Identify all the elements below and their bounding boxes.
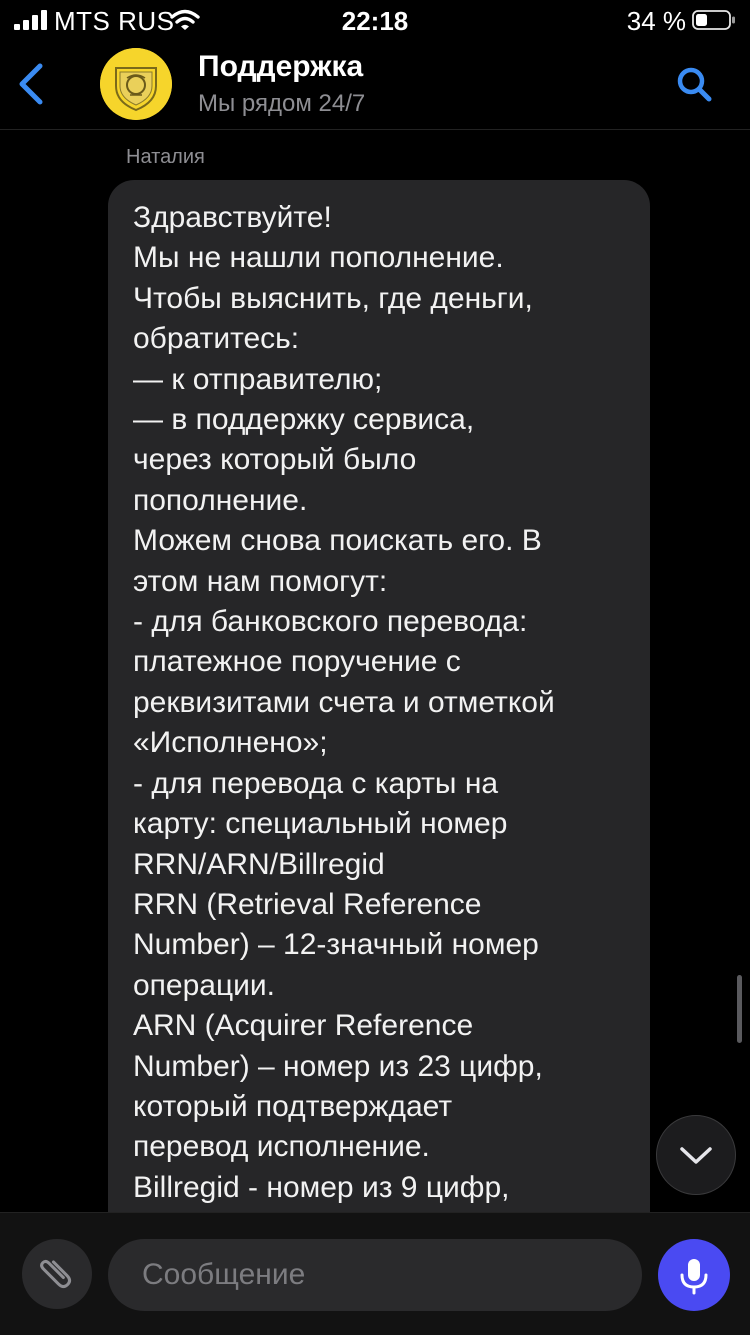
message-bubble[interactable]: Здравствуйте! Мы не нашли пополнение. Чт… (108, 180, 650, 1280)
scroll-down-button[interactable] (656, 1115, 736, 1195)
paperclip-icon (40, 1259, 72, 1289)
microphone-button[interactable] (658, 1239, 730, 1311)
back-chevron-icon[interactable] (16, 62, 46, 106)
composer-bar: Сообщение (0, 1212, 750, 1335)
avatar[interactable] (100, 48, 172, 120)
attach-button[interactable] (22, 1239, 92, 1309)
battery-icon (692, 10, 735, 30)
search-icon[interactable] (674, 64, 714, 104)
message-text: Здравствуйте! Мы не нашли пополнение. Чт… (133, 201, 555, 1204)
sender-name: Наталия (126, 146, 205, 168)
chat-subtitle: Мы рядом 24/7 (198, 90, 366, 117)
microphone-icon (680, 1259, 708, 1295)
status-bar: MTS RUS 22:18 34 % (0, 0, 750, 40)
battery-percent: 34 % (626, 6, 686, 36)
message-input[interactable]: Сообщение (108, 1239, 642, 1311)
bank-logo-icon (100, 48, 172, 120)
chat-title[interactable]: Поддержка (198, 50, 363, 84)
scrollbar[interactable] (737, 975, 742, 1043)
chat-header: Поддержка Мы рядом 24/7 (0, 40, 750, 130)
chevron-down-icon (680, 1147, 712, 1164)
